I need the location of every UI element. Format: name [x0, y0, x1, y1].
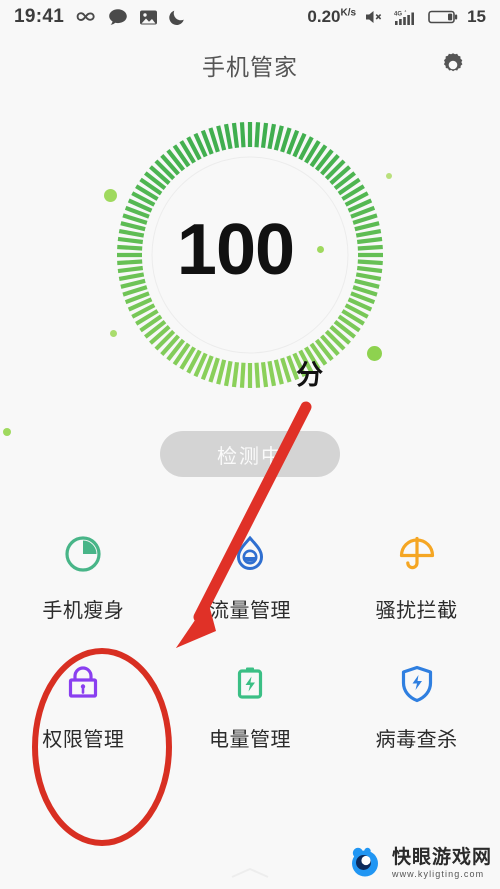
dial-tick: [354, 278, 380, 289]
scan-status-button[interactable]: 检测中: [160, 431, 340, 477]
decorative-dot: [103, 188, 117, 202]
dial-tick: [117, 244, 143, 251]
site-watermark: 快眼游戏网 www.kyligting.com: [346, 844, 492, 883]
dial-tick: [118, 272, 145, 282]
battery-icon: [428, 9, 458, 25]
feature-label: 电量管理: [208, 729, 291, 751]
dial-tick: [216, 125, 227, 151]
network-speed: 0.20K/s: [307, 7, 356, 27]
network-speed-unit: K/s: [340, 7, 357, 19]
dial-tick: [357, 259, 383, 266]
dial-tick: [267, 123, 277, 150]
dial-tick: [355, 228, 382, 238]
dial-tick: [254, 362, 261, 388]
feature-label: 权限管理: [42, 729, 125, 751]
decorative-dot: [3, 428, 11, 436]
battery-level: 15: [467, 7, 486, 26]
feature-battery-manager[interactable]: 电量管理: [167, 659, 334, 752]
feature-label: 手机瘦身: [42, 600, 125, 622]
watermark-site-name: 快眼游戏网: [391, 847, 492, 868]
image-icon: [139, 9, 158, 26]
feature-virus-scan[interactable]: 病毒查杀: [333, 659, 500, 752]
infinity-icon: [75, 10, 97, 24]
dial-tick: [254, 122, 261, 148]
decorative-dot: [316, 245, 324, 253]
dial-tick: [223, 360, 233, 387]
dial-tick: [231, 361, 240, 388]
battery-bolt-icon: [226, 659, 274, 707]
dial-tick: [273, 125, 284, 151]
dial-tick: [118, 228, 145, 238]
score-dial: [110, 100, 390, 400]
dial-tick: [117, 265, 144, 274]
dial-tick: [260, 361, 269, 388]
feature-label: 流量管理: [208, 600, 291, 622]
dial-tick: [355, 272, 382, 282]
dial-tick: [273, 359, 284, 385]
umbrella-icon: [393, 530, 441, 578]
status-bar-left: 19:41: [14, 6, 187, 28]
app-header: 手机管家: [0, 34, 500, 96]
watermark-text: 快眼游戏网 www.kyligting.com: [392, 848, 492, 879]
eye-logo-icon: [346, 844, 386, 883]
feature-phone-slimming[interactable]: 手机瘦身: [0, 530, 167, 623]
dial-tick: [260, 122, 269, 149]
chat-bubble-icon: [108, 8, 128, 26]
page-title: 手机管家: [202, 54, 298, 80]
decorative-dot: [386, 173, 392, 179]
dial-tick: [117, 236, 144, 245]
status-bar: 19:41 0.20K/s 4G 15: [0, 0, 500, 34]
speaker-mute-icon: [364, 9, 386, 25]
moon-icon: [169, 8, 187, 26]
signal-4g-icon: 4G: [394, 9, 420, 26]
dial-tick: [239, 362, 246, 388]
dial-ticks: [117, 122, 383, 388]
gear-icon[interactable]: [436, 48, 470, 82]
feature-data-usage[interactable]: 流量管理: [167, 530, 334, 623]
feature-label: 骚扰拦截: [375, 600, 458, 622]
pie-chart-icon: [59, 530, 107, 578]
dial-tick: [117, 259, 143, 266]
network-speed-value: 0.20: [307, 7, 341, 26]
scan-status-label: 检测中: [217, 445, 283, 468]
dial-tick: [120, 221, 146, 232]
feature-harassment-block[interactable]: 骚扰拦截: [333, 530, 500, 623]
dial-tick: [223, 123, 233, 150]
feature-label: 病毒查杀: [375, 729, 458, 751]
dial-tick: [356, 236, 383, 245]
watermark-url: www.kyligting.com: [391, 869, 485, 879]
dial-tick: [357, 244, 383, 251]
decorative-dot: [109, 329, 117, 337]
dial-tick: [120, 278, 146, 289]
dial-tick: [239, 122, 246, 148]
water-drop-icon: [226, 530, 274, 578]
shield-bolt-icon: [393, 659, 441, 707]
feature-permission-manager[interactable]: 权限管理: [0, 659, 167, 752]
dial-tick: [354, 221, 380, 232]
phone-screen: 19:41 0.20K/s 4G 15 手机管家 100 分 检测中 手机瘦身 …: [0, 0, 500, 889]
status-time: 19:41: [14, 6, 65, 27]
score-dial-area: 100 分: [0, 100, 500, 420]
decorative-dot: [366, 345, 382, 361]
lock-icon: [59, 659, 107, 707]
dial-tick: [356, 265, 383, 274]
dial-tick: [267, 360, 277, 387]
dial-tick: [216, 359, 227, 385]
dial-tick: [231, 122, 240, 149]
status-bar-right: 0.20K/s 4G 15: [307, 7, 486, 27]
svg-text:4G: 4G: [394, 11, 402, 17]
feature-grid: 手机瘦身 流量管理 骚扰拦截 权限管理 电量管理 病毒查杀: [0, 530, 500, 752]
nav-gesture-hint: [231, 867, 269, 878]
